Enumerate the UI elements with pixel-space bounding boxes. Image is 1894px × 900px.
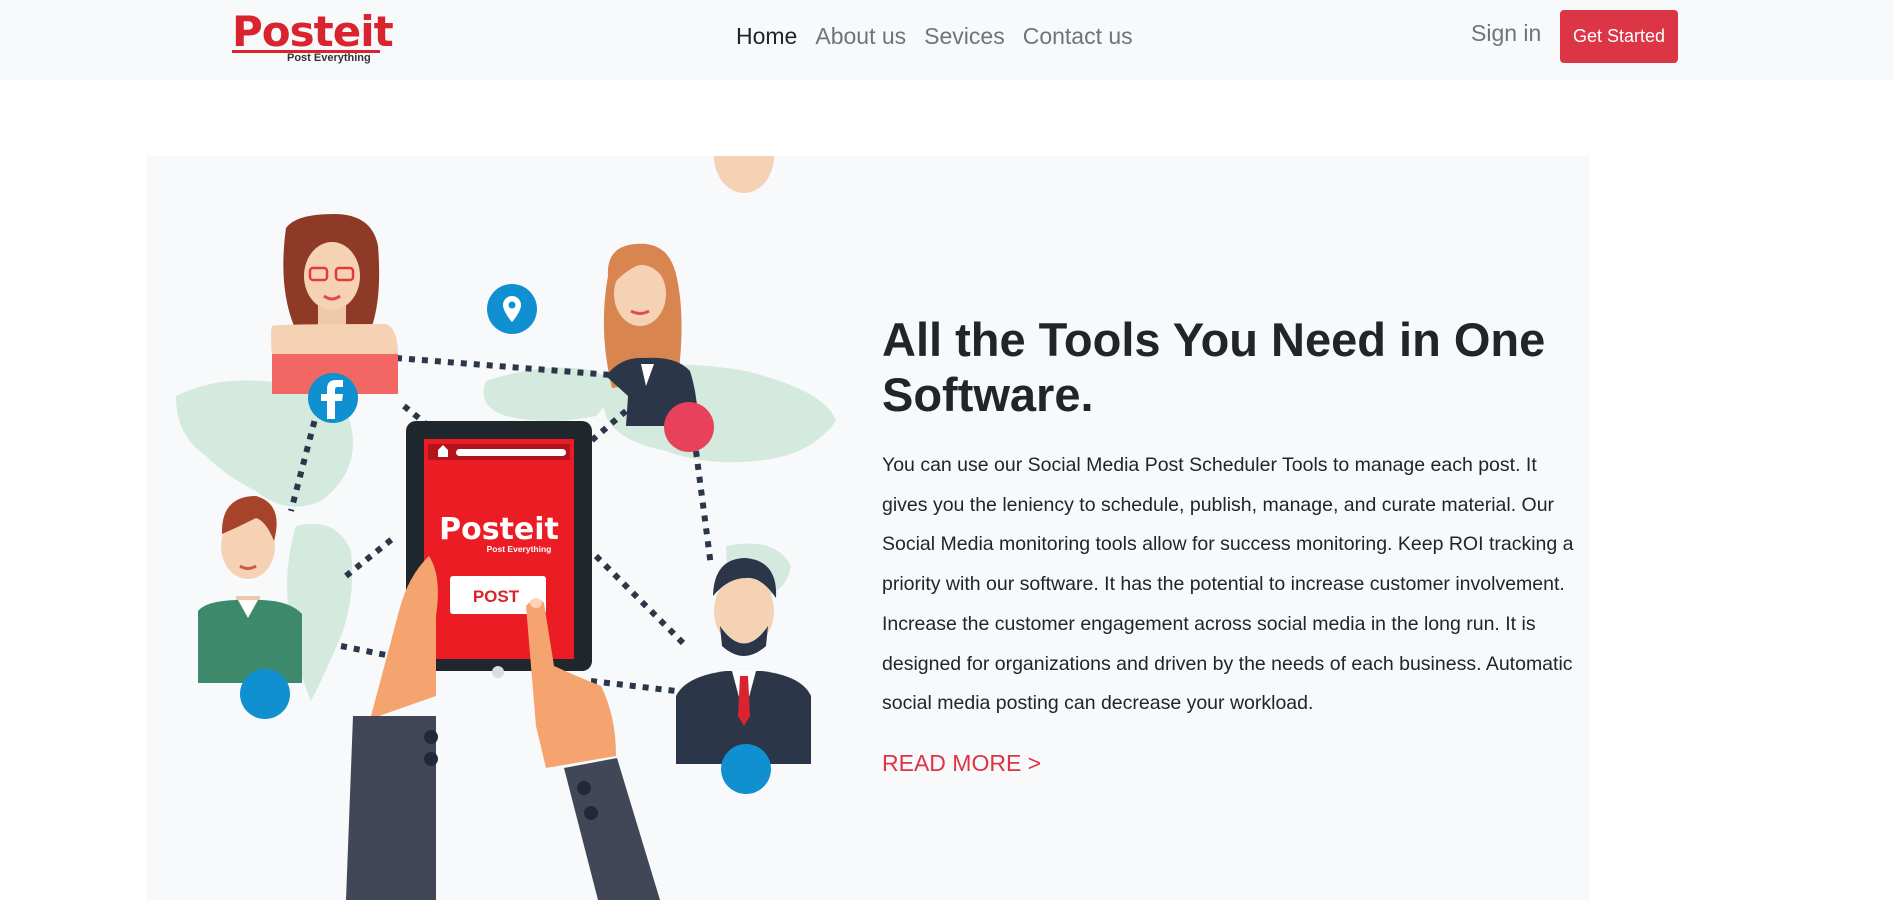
hero-title: All the Tools You Need in One Software. (882, 313, 1546, 421)
nav-services-link[interactable]: Sevices (924, 20, 1005, 52)
top-navbar: Posteit Post Everything Home About us Se… (0, 0, 1894, 80)
tablet-logo: Posteit (439, 512, 559, 547)
sign-in-link[interactable]: Sign in (1471, 16, 1541, 50)
nav-about-link[interactable]: About us (815, 20, 906, 52)
hero-description: You can use our Social Media Post Schedu… (882, 454, 1574, 715)
hero-illustration: Posteit Post Everything POST (176, 156, 836, 900)
blue-circle-badge (240, 669, 290, 719)
hero-section: Posteit Post Everything POST All the Too… (146, 156, 1590, 900)
brand-logo[interactable]: Posteit Post Everything (232, 6, 394, 66)
read-more-link[interactable]: READ MORE > (882, 746, 1041, 780)
logo-tagline: Post Everything (287, 52, 371, 64)
person-man-green (198, 496, 302, 683)
location-pin-icon (487, 284, 537, 334)
facebook-icon (308, 373, 358, 423)
person-woman-glasses (271, 214, 398, 394)
get-started-button[interactable]: Get Started (1560, 10, 1678, 63)
tablet-post-button: POST (473, 587, 520, 606)
main-nav: Home About us Sevices Contact us (736, 20, 1133, 52)
nav-home-link[interactable]: Home (736, 20, 797, 52)
nav-contact-link[interactable]: Contact us (1023, 20, 1133, 52)
pink-circle-badge (664, 402, 714, 452)
tablet-tagline: Post Everything (487, 544, 552, 554)
blue-circle-badge (721, 744, 771, 794)
